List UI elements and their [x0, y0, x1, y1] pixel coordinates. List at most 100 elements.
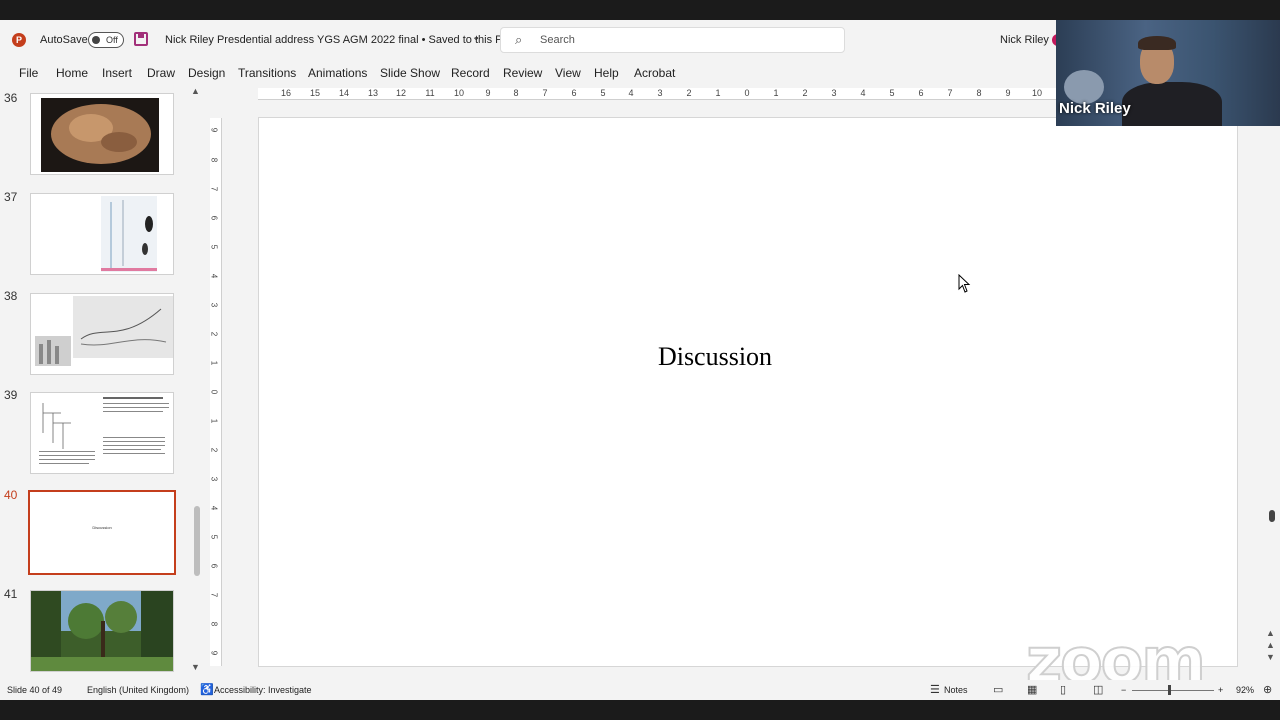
- notes-icon[interactable]: ☰: [930, 683, 940, 696]
- tab-insert[interactable]: Insert: [102, 66, 132, 80]
- thumb-number: 38: [4, 289, 18, 303]
- autosave-state: Off: [106, 35, 118, 45]
- previous-slide-icon[interactable]: ▲: [1266, 640, 1275, 650]
- ruler-tick: 7: [209, 186, 219, 192]
- ruler-tick: 9: [485, 88, 491, 98]
- notes-button[interactable]: Notes: [944, 685, 968, 695]
- fit-to-window-icon[interactable]: ⊕: [1263, 683, 1272, 696]
- slide-sorter-icon[interactable]: ▦: [1027, 683, 1037, 696]
- screen-top-border: [0, 0, 1280, 20]
- ruler-tick: 5: [889, 88, 895, 98]
- ruler-tick: 12: [395, 88, 407, 98]
- webcam-video: Nick Riley: [1056, 20, 1280, 126]
- slide-canvas[interactable]: Discussion: [258, 117, 1238, 667]
- ruler-tick: 0: [209, 389, 219, 395]
- ruler-tick: 6: [209, 563, 219, 569]
- tab-design[interactable]: Design: [188, 66, 225, 80]
- ruler-tick: 14: [338, 88, 350, 98]
- zoom-slider-knob[interactable]: [1168, 685, 1171, 695]
- ruler-tick: 10: [1031, 88, 1043, 98]
- document-title[interactable]: Nick Riley Presdential address YGS AGM 2…: [165, 34, 510, 46]
- search-icon: ⌕: [515, 32, 523, 47]
- slide-show-icon[interactable]: ◫: [1093, 683, 1103, 696]
- reading-view-icon[interactable]: ▯: [1060, 683, 1066, 696]
- ruler-tick: 6: [209, 215, 219, 221]
- ruler-tick: 1: [715, 88, 721, 98]
- accessibility-status[interactable]: Accessibility: Investigate: [214, 685, 312, 695]
- next-slide-icon[interactable]: ▼: [1266, 652, 1275, 662]
- toggle-knob: [92, 36, 100, 44]
- slide-title[interactable]: Discussion: [259, 342, 1171, 372]
- ruler-tick: 0: [744, 88, 750, 98]
- tab-record[interactable]: Record: [451, 66, 490, 80]
- tab-animations[interactable]: Animations: [308, 66, 367, 80]
- tab-home[interactable]: Home: [56, 66, 88, 80]
- horizontal-ruler[interactable]: 16 15 14 13 12 11 10 9 8 7 6 5 4 3 2 1 0…: [258, 88, 1058, 100]
- tab-acrobat[interactable]: Acrobat: [634, 66, 675, 80]
- scroll-down-icon[interactable]: ▼: [191, 662, 200, 672]
- fossil-photo: [31, 94, 173, 174]
- save-icon[interactable]: [134, 32, 148, 46]
- ruler-tick: 8: [513, 88, 519, 98]
- ruler-tick: 1: [209, 418, 219, 424]
- zoom-slider[interactable]: [1132, 690, 1214, 691]
- tab-file[interactable]: File: [19, 66, 38, 80]
- thumbnail-scrollbar[interactable]: ▲ ▼: [191, 86, 203, 680]
- ruler-tick: 10: [453, 88, 465, 98]
- ruler-tick: 9: [209, 650, 219, 656]
- tab-slide-show[interactable]: Slide Show: [380, 66, 440, 80]
- scrollbar-thumb[interactable]: [194, 506, 200, 576]
- normal-view-icon[interactable]: ▭: [993, 683, 1003, 696]
- zoom-level[interactable]: 92%: [1236, 685, 1254, 695]
- powerpoint-window: P AutoSave Off Nick Riley Presdential ad…: [0, 20, 1280, 700]
- accessibility-icon[interactable]: ♿: [200, 683, 214, 696]
- thumb-number: 37: [4, 190, 18, 204]
- tab-view[interactable]: View: [555, 66, 581, 80]
- ruler-tick: 16: [280, 88, 292, 98]
- vertical-ruler[interactable]: 9 8 7 6 5 4 3 2 1 0 1 2 3 4 5 6 7 8 9: [210, 118, 222, 666]
- ruler-tick: 2: [209, 447, 219, 453]
- search-input[interactable]: ⌕ Search: [500, 27, 845, 53]
- slide-thumbnail-41[interactable]: [30, 590, 174, 672]
- chevron-down-icon[interactable]: ⌄: [472, 32, 480, 43]
- ruler-tick: 11: [425, 88, 435, 98]
- slide-scrollbar[interactable]: ▲ ▲ ▼: [1266, 110, 1278, 670]
- slide-thumbnail-40-selected[interactable]: Discussion: [28, 490, 176, 575]
- diagram-preview: [101, 196, 157, 272]
- ruler-tick: 7: [209, 592, 219, 598]
- scroll-up-icon[interactable]: ▲: [1266, 628, 1275, 638]
- tab-transitions[interactable]: Transitions: [238, 66, 296, 80]
- language-indicator[interactable]: English (United Kingdom): [87, 685, 189, 695]
- slide-count: Slide 40 of 49: [7, 685, 63, 695]
- tab-draw[interactable]: Draw: [147, 66, 175, 80]
- ruler-tick: 4: [209, 505, 219, 511]
- forest-photo: [31, 591, 173, 671]
- ruler-tick: 7: [947, 88, 953, 98]
- slide-thumbnail-36[interactable]: [30, 93, 174, 175]
- ruler-tick: 5: [600, 88, 606, 98]
- autosave-toggle[interactable]: Off: [88, 32, 124, 48]
- ruler-tick: 4: [860, 88, 866, 98]
- slide-thumbnail-38[interactable]: [30, 293, 174, 375]
- status-bar: Slide 40 of 49 English (United Kingdom) …: [0, 680, 1280, 700]
- ruler-tick: 1: [773, 88, 779, 98]
- tab-help[interactable]: Help: [594, 66, 619, 80]
- scrollbar-thumb[interactable]: [1269, 510, 1275, 522]
- webcam-person-body: [1122, 82, 1222, 126]
- account-name[interactable]: Nick Riley: [1000, 34, 1049, 46]
- participant-name: Nick Riley: [1059, 100, 1131, 117]
- slide-thumbnail-37[interactable]: [30, 193, 174, 275]
- tab-review[interactable]: Review: [503, 66, 542, 80]
- zoom-out-button[interactable]: −: [1121, 685, 1126, 695]
- powerpoint-logo-icon: P: [12, 33, 26, 47]
- slide-thumbnail-pane: 36 37 38 39 40 Discussion 41 ▲ ▼: [0, 86, 207, 680]
- screen-bottom-border: [0, 700, 1280, 720]
- scroll-up-icon[interactable]: ▲: [191, 86, 200, 96]
- ruler-tick: 3: [209, 476, 219, 482]
- zoom-in-button[interactable]: +: [1218, 685, 1223, 695]
- ruler-tick: 5: [209, 534, 219, 540]
- autosave-label: AutoSave: [40, 34, 88, 46]
- ruler-tick: 1: [209, 360, 219, 366]
- ruler-tick: 8: [209, 621, 219, 627]
- slide-thumbnail-39[interactable]: [30, 392, 174, 474]
